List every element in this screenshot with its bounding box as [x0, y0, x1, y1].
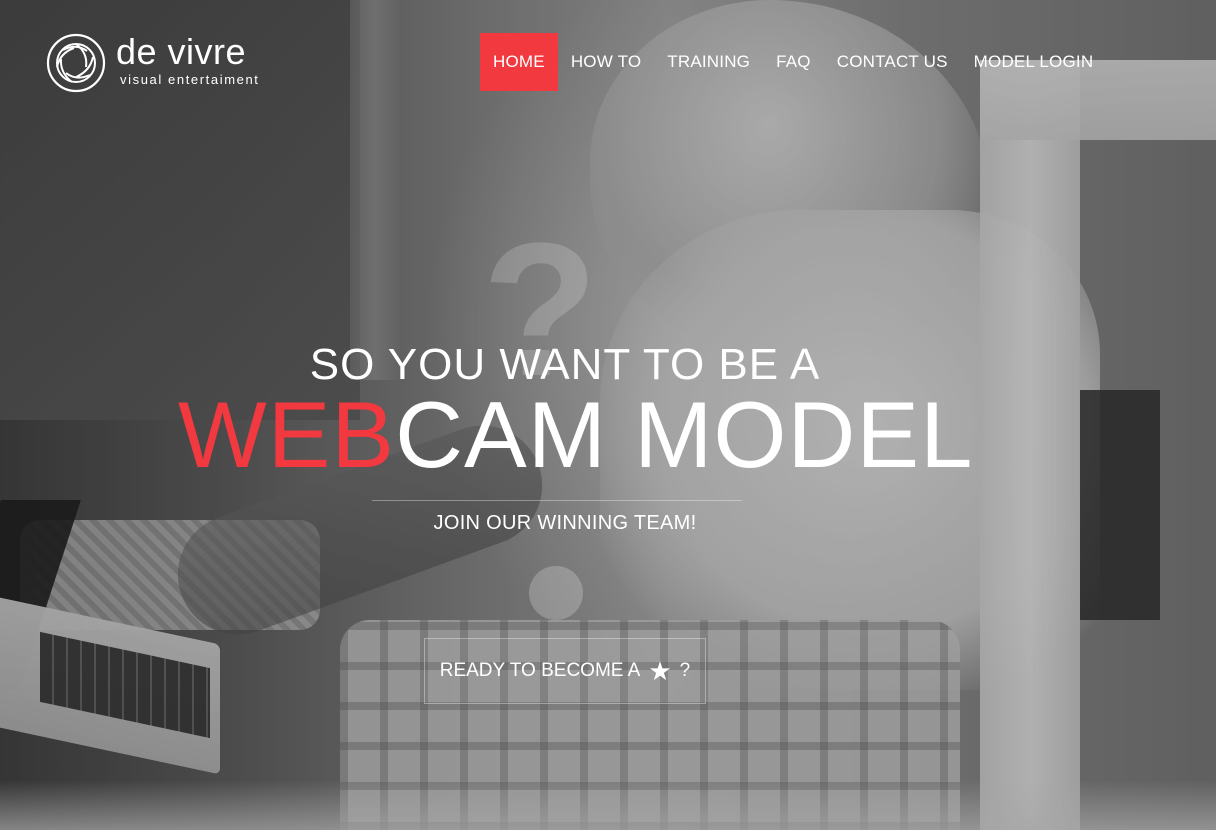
scroll-indicator [529, 566, 583, 620]
background-floor [0, 780, 1216, 830]
background-window-frame [980, 60, 1080, 830]
nav-item-faq[interactable]: FAQ [763, 33, 824, 91]
main-nav: HOME HOW TO TRAINING FAQ CONTACT US MODE… [480, 33, 1106, 91]
nav-item-model-login[interactable]: MODEL LOGIN [961, 33, 1107, 91]
cta-suffix: ? [679, 660, 691, 681]
hero-heading-accent: WEB [178, 382, 396, 487]
become-a-star-button[interactable]: READY TO BECOME A ★ ? [424, 638, 706, 704]
nav-item-home[interactable]: HOME [480, 33, 558, 91]
brand-logo[interactable]: de vivre visual entertaiment [46, 33, 260, 93]
aperture-icon [46, 33, 106, 93]
hero-background: de vivre visual entertaiment HOME HOW TO… [0, 0, 1216, 830]
cta-prefix: READY TO BECOME A [439, 660, 641, 681]
brand-name: de vivre [116, 31, 247, 72]
hero-heading-rest: CAM MODEL [395, 382, 974, 487]
background-shelf [1080, 390, 1160, 620]
hero-heading-line2: WEBCAM MODEL [178, 385, 973, 485]
nav-item-training[interactable]: TRAINING [654, 33, 763, 91]
background-basket [20, 520, 320, 630]
background-laptop-keyboard [40, 631, 210, 739]
brand-tagline: visual entertaiment [120, 72, 260, 87]
nav-item-contact-us[interactable]: CONTACT US [824, 33, 961, 91]
hero-divider [372, 500, 742, 501]
hero-subtitle: JOIN OUR WINNING TEAM! [433, 512, 697, 534]
background-laptop [0, 595, 220, 775]
background-door-frame [350, 0, 400, 380]
star-icon: ★ [648, 656, 672, 686]
nav-item-how-to[interactable]: HOW TO [558, 33, 654, 91]
